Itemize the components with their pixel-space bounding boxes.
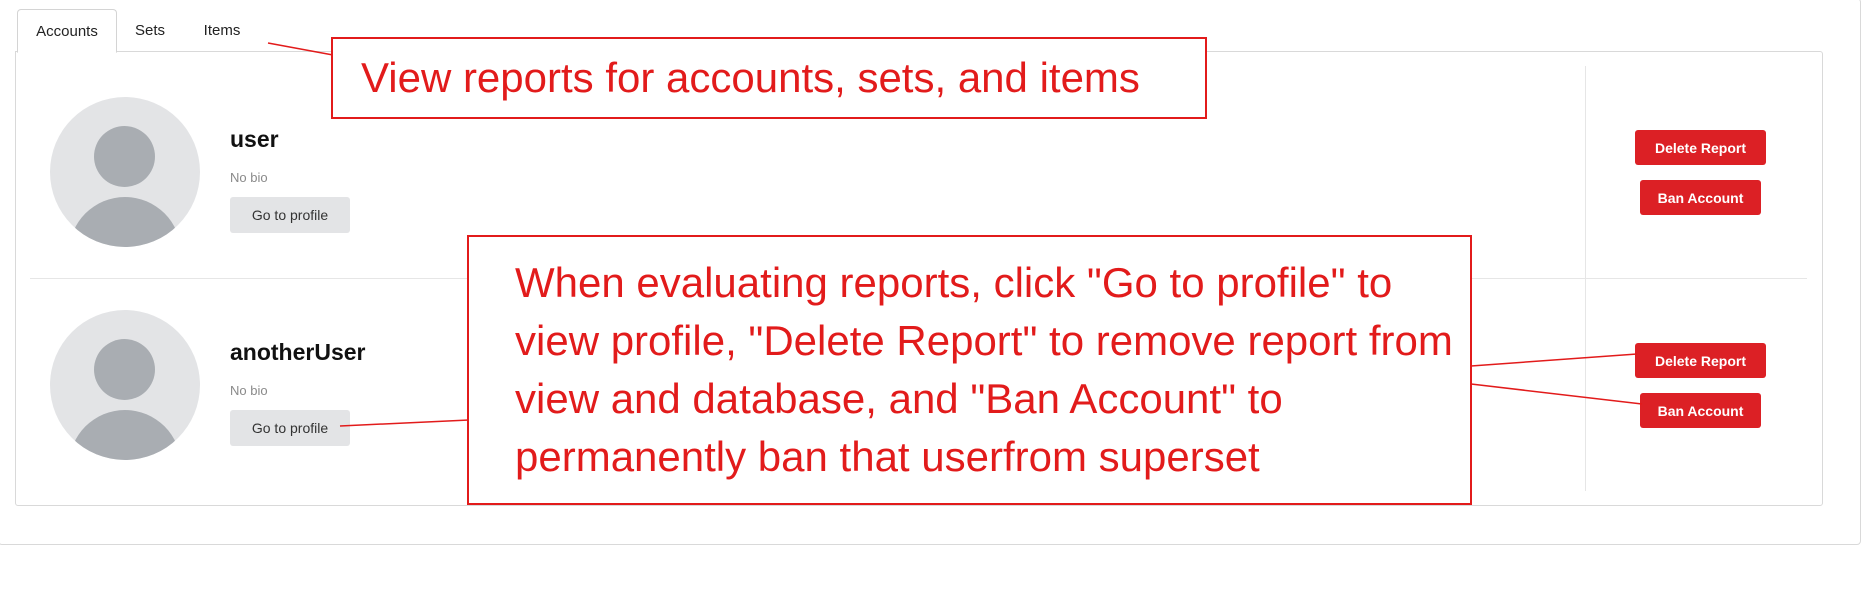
connector-tabs (267, 42, 334, 56)
connector-delete (1470, 353, 1638, 367)
annotation-tabs-note: View reports for accounts, sets, and ite… (331, 37, 1207, 119)
annotation-actions-note: When evaluating reports, click "Go to pr… (467, 235, 1472, 505)
connector-profile (339, 419, 470, 427)
connector-ban (1470, 383, 1643, 405)
